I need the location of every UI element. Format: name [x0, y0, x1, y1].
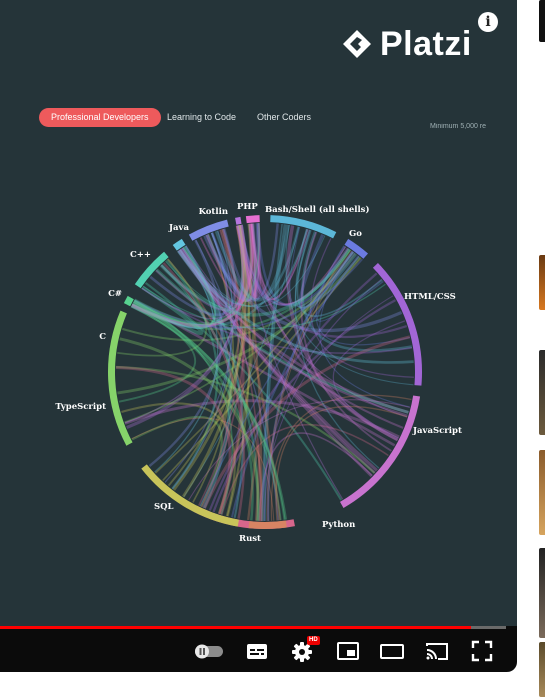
label-java: Java	[168, 223, 189, 233]
label-c-: C#	[108, 289, 122, 299]
label-html-css: HTML/CSS	[404, 292, 456, 302]
thumbnail[interactable]	[539, 0, 545, 42]
chord-ribbons	[116, 223, 414, 522]
label-typescript: TypeScript	[55, 402, 106, 412]
platzi-logo: Platzi	[340, 22, 472, 66]
hd-badge: HD	[307, 636, 320, 645]
thumbnail[interactable]	[539, 350, 545, 435]
platzi-brand-text: Platzi	[380, 24, 472, 63]
platzi-logo-icon	[343, 30, 371, 58]
arc-c[interactable]	[123, 295, 134, 307]
recommendations-strip	[517, 0, 545, 697]
label-sql: SQL	[154, 502, 174, 512]
chord-diagram[interactable]: Bash/Shell (all shells) Go HTML/CSS JavaScr…	[0, 180, 517, 560]
arc-rust[interactable]	[248, 520, 287, 529]
chord-ribbon	[332, 320, 406, 439]
arc-html-css[interactable]	[372, 262, 422, 386]
progress-bar[interactable]	[0, 626, 506, 629]
label-bash-shell-all-shells-: Bash/Shell (all shells)	[265, 204, 370, 215]
label-go: Go	[349, 229, 362, 239]
tab-learning-to-code[interactable]: Learning to Code	[155, 108, 248, 127]
arc-bash-shell-all-shells-[interactable]	[270, 215, 337, 239]
label-python: Python	[322, 520, 355, 530]
thumbnail[interactable]	[539, 642, 545, 697]
progress-played	[0, 626, 471, 629]
video-player[interactable]: Platzi i Professional Developers Learnin…	[0, 0, 517, 672]
fullscreen-icon[interactable]	[469, 638, 495, 664]
label-rust: Rust	[239, 534, 261, 544]
tab-other-coders[interactable]: Other Coders	[245, 108, 323, 127]
thumbnail[interactable]	[539, 255, 545, 310]
info-icon[interactable]: i	[478, 12, 498, 32]
autoplay-toggle-icon[interactable]	[193, 638, 225, 664]
video-content[interactable]: Platzi i Professional Developers Learnin…	[0, 0, 517, 626]
arc-c-[interactable]	[172, 238, 186, 251]
thumbnail[interactable]	[539, 548, 545, 638]
thumbnail[interactable]	[539, 450, 545, 535]
label-c-: C++	[130, 250, 151, 260]
arc-go[interactable]	[344, 238, 369, 259]
label-c: C	[99, 332, 106, 342]
cast-icon[interactable]	[424, 638, 450, 664]
tab-professional-developers[interactable]: Professional Developers	[39, 108, 161, 127]
miniplayer-icon[interactable]	[335, 638, 361, 664]
player-controls: HD	[0, 630, 517, 672]
arc-kotlin[interactable]	[235, 216, 242, 225]
subtitles-icon[interactable]	[244, 638, 270, 664]
label-php: PHP	[237, 202, 258, 212]
theater-mode-icon[interactable]	[379, 638, 405, 664]
arc-php[interactable]	[245, 215, 260, 224]
label-kotlin: Kotlin	[199, 207, 228, 217]
settings-button[interactable]: HD	[290, 636, 320, 664]
minimum-responses-note: Minimum 5,000 re	[430, 123, 487, 130]
label-javascript: JavaScript	[412, 426, 462, 436]
